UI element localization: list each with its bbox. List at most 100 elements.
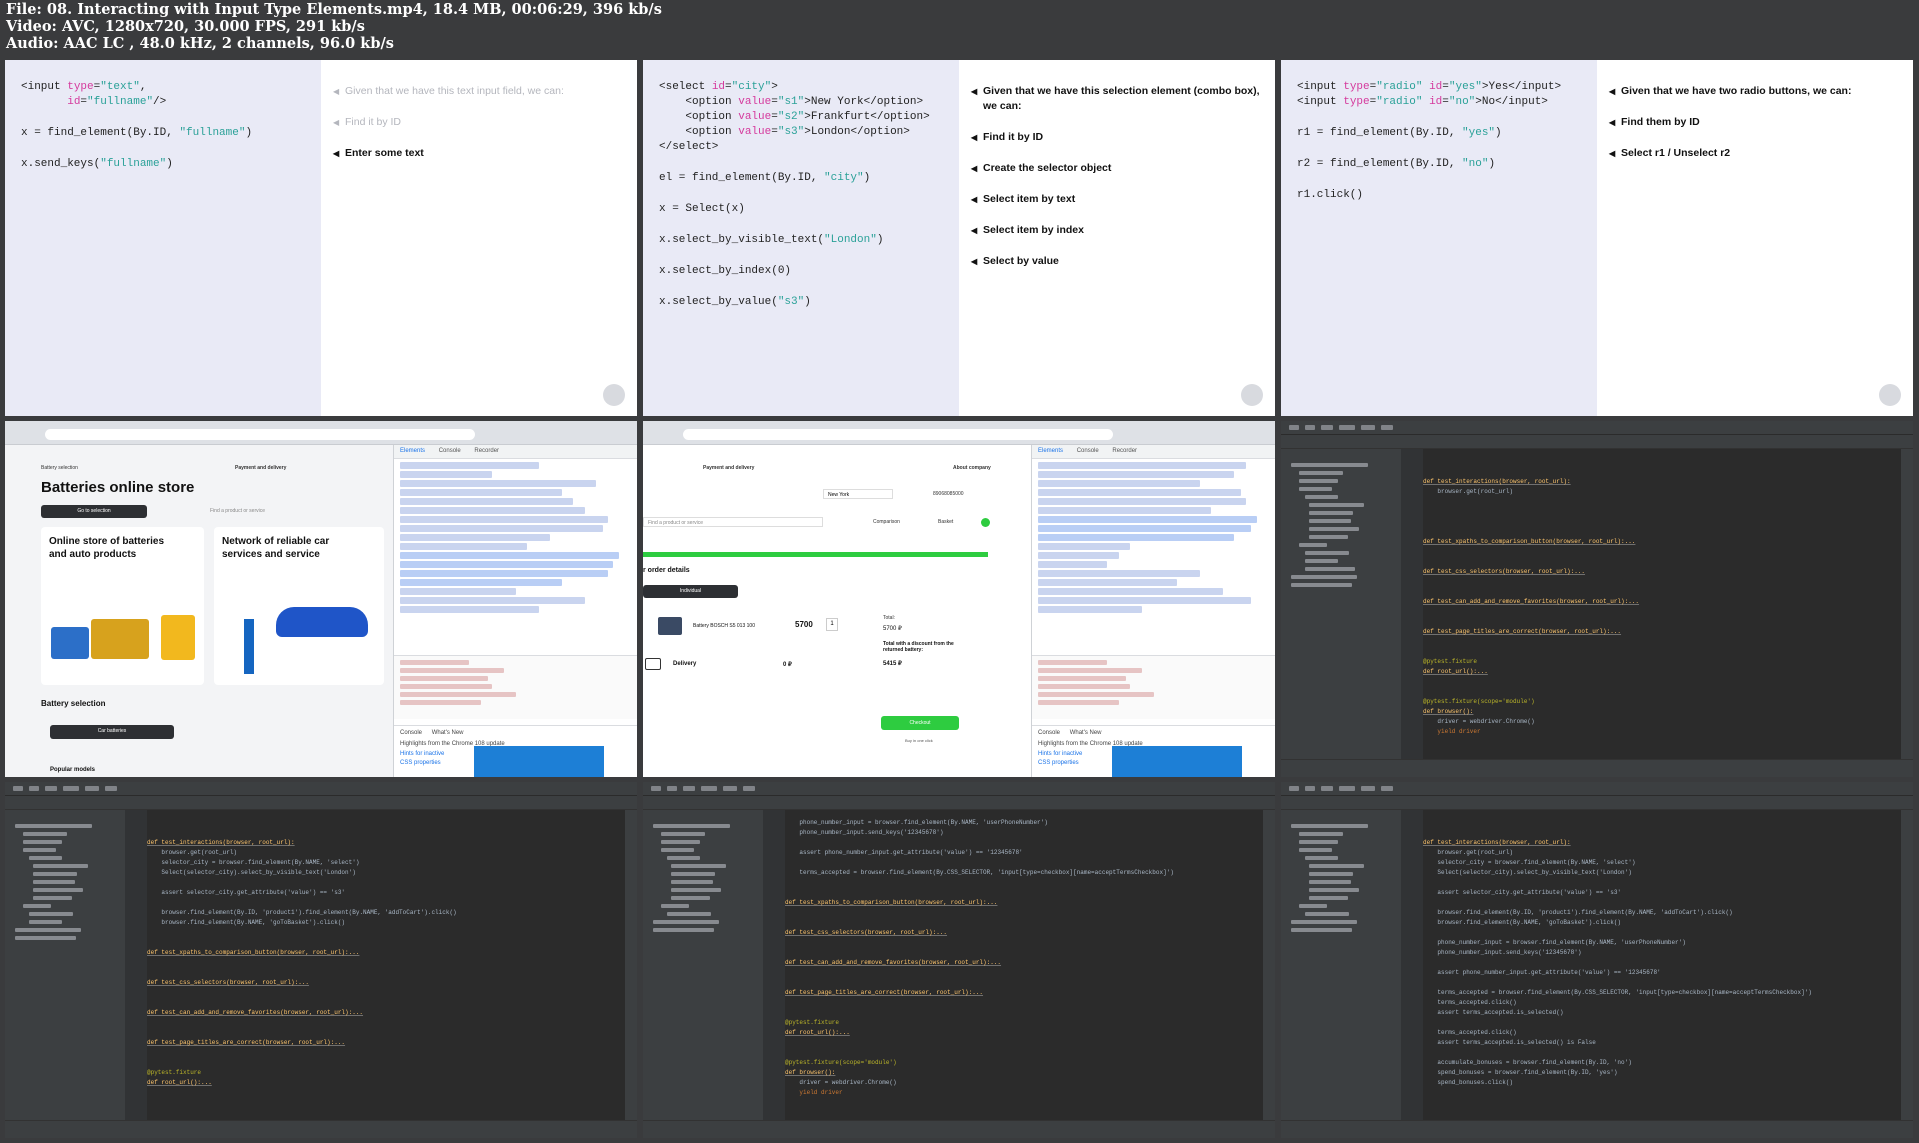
delivery-truck-icon xyxy=(645,658,661,670)
code-line: assert phone_number_input.get_attribute(… xyxy=(1437,969,1661,976)
watermark-icon xyxy=(603,384,625,406)
nav-battery-selection[interactable]: Battery selection xyxy=(41,465,78,471)
code-line: @pytest.fixture(scope='module') xyxy=(1423,698,1535,705)
bullet-item: ◀ Select item by index xyxy=(971,224,1084,236)
code-editor[interactable]: def test_interactions(browser, root_url)… xyxy=(1423,449,1901,759)
right-tool-strip xyxy=(1263,810,1275,1120)
tab-recorder[interactable]: Recorder xyxy=(1112,448,1137,454)
code-line: @pytest.fixture(scope='module') xyxy=(785,1059,897,1066)
code-line: def browser(): xyxy=(785,1069,836,1076)
browser-chrome xyxy=(5,421,637,445)
search-input[interactable]: Find a product or service xyxy=(643,517,823,527)
browser-store-home: Battery selection Payment and delivery B… xyxy=(5,421,637,777)
code-line: selector_city = browser.find_element(By.… xyxy=(1437,859,1636,866)
console-tab[interactable]: Console xyxy=(400,730,422,736)
screen: File: 08. Interacting with Input Type El… xyxy=(0,0,1919,1143)
address-bar[interactable] xyxy=(683,429,1113,440)
car-batteries-button[interactable]: Car batteries xyxy=(50,725,174,739)
checkout-button[interactable]: Checkout xyxy=(881,716,959,730)
tab-recorder[interactable]: Recorder xyxy=(474,448,499,454)
total-label: Total: xyxy=(883,615,895,621)
code-line: browser.find_element(By.ID, 'product1').… xyxy=(1437,909,1733,916)
code-line: browser.get(root_url) xyxy=(1437,488,1514,495)
code-line: def test_page_titles_are_correct(browser… xyxy=(147,1039,346,1046)
nav-payment-delivery[interactable]: Payment and delivery xyxy=(703,465,754,471)
card-car-services[interactable]: Network of reliable car services and ser… xyxy=(214,527,384,685)
basket-link[interactable]: Basket xyxy=(938,519,953,525)
code-line: terms_accepted = browser.find_element(By… xyxy=(799,869,1174,876)
styles-pane xyxy=(1032,655,1275,719)
toolbar xyxy=(5,796,637,810)
menu-bar xyxy=(1281,782,1913,796)
search-input[interactable]: Find a product or service xyxy=(210,508,265,514)
ide-window: def test_interactions(browser, root_url)… xyxy=(5,782,637,1138)
discount-label: Total with a discount from the returned … xyxy=(883,641,954,653)
devtools-tabs: Elements Console Recorder xyxy=(1032,445,1275,459)
address-bar[interactable] xyxy=(45,429,475,440)
whats-new-tab[interactable]: What's New xyxy=(432,730,464,736)
phone-number: 89068085000 xyxy=(933,491,964,497)
code-line: phone_number_input.send_keys('12345678') xyxy=(1437,949,1582,956)
ide-window: phone_number_input = browser.find_elemen… xyxy=(643,782,1275,1138)
code-line: phone_number_input.send_keys('12345678') xyxy=(799,829,944,836)
line-gutter xyxy=(1401,810,1423,1120)
status-bar xyxy=(1281,1120,1913,1138)
tab-elements[interactable]: Elements xyxy=(1038,448,1063,454)
tab-elements[interactable]: Elements xyxy=(400,448,425,454)
code-editor[interactable]: phone_number_input = browser.find_elemen… xyxy=(785,810,1263,1120)
code-line: def test_xpaths_to_comparison_button(bro… xyxy=(1423,538,1636,545)
hint-link[interactable]: Hints for inactive xyxy=(400,751,444,757)
nav-about-company[interactable]: About company xyxy=(953,465,991,471)
buy-one-click-link[interactable]: Buy in one click xyxy=(905,738,933,743)
discount-total: 5415 ₽ xyxy=(883,661,902,667)
code-line: driver = webdriver.Chrome() xyxy=(799,1079,897,1086)
nav-payment-delivery[interactable]: Payment and delivery xyxy=(235,465,286,471)
toolbar xyxy=(1281,796,1913,810)
ide-window: def test_interactions(browser, root_url)… xyxy=(1281,421,1913,777)
bullet-item: ◀ Select by value xyxy=(971,255,1059,267)
code-line: Select(selector_city).select_by_visible_… xyxy=(1437,869,1632,876)
code-line: def test_can_add_and_remove_favorites(br… xyxy=(785,959,1002,966)
console-drawer: Console What's New Highlights from the C… xyxy=(394,725,637,777)
bullet-list: ◀ Given that we have this text input fiel… xyxy=(333,84,628,177)
hint-link[interactable]: Hints for inactive xyxy=(1038,751,1082,757)
code-line: terms_accepted.click() xyxy=(1437,1029,1517,1036)
hint-link[interactable]: CSS properties xyxy=(400,760,441,766)
go-to-selection-button[interactable]: Go to selection xyxy=(41,505,147,518)
code-line: def test_css_selectors(browser, root_url… xyxy=(785,929,948,936)
promo-image xyxy=(1112,746,1242,777)
code-line: phone_number_input = browser.find_elemen… xyxy=(799,819,1048,826)
individual-button[interactable]: Individual xyxy=(643,585,738,598)
hint-link[interactable]: CSS properties xyxy=(1038,760,1079,766)
battery-image xyxy=(91,619,149,659)
code-line: assert phone_number_input.get_attribute(… xyxy=(799,849,1023,856)
code-line: terms_accepted = browser.find_element(By… xyxy=(1437,989,1812,996)
status-bar xyxy=(5,1120,637,1138)
basket-page: Payment and delivery About company New Y… xyxy=(643,445,1031,777)
code-editor[interactable]: def test_interactions(browser, root_url)… xyxy=(147,810,625,1120)
bullet-item: ◀ Select r1 / Unselect r2 xyxy=(1609,147,1731,159)
slide-radio-buttons: <input type="radio" id="yes">Yes</input>… xyxy=(1281,60,1913,416)
code-line: browser.find_element(By.ID, 'product1').… xyxy=(161,909,457,916)
code-line: assert terms_accepted.is_selected() is F… xyxy=(1437,1039,1596,1046)
code-line: def test_interactions(browser, root_url)… xyxy=(1423,478,1571,485)
code-line: def root_url():... xyxy=(1423,668,1488,675)
delivery-price: 0 ₽ xyxy=(783,662,792,668)
tab-console[interactable]: Console xyxy=(1077,448,1099,454)
section-battery-selection: Battery selection xyxy=(41,699,106,708)
code-panel: <input type="text", id="fullname"/> x = … xyxy=(5,60,321,416)
devtools-tabs: Elements Console Recorder xyxy=(394,445,637,459)
code-line: def test_page_titles_are_correct(browser… xyxy=(785,989,984,996)
tool-strip xyxy=(1281,449,1291,759)
console-tab[interactable]: Console xyxy=(1038,730,1060,736)
whats-new-tab[interactable]: What's New xyxy=(1070,730,1102,736)
bullet-item: ◀ Find it by ID xyxy=(971,131,1044,143)
city-select[interactable]: New York xyxy=(823,489,893,499)
code-line: assert terms_accepted.is_selected() xyxy=(1437,1009,1564,1016)
card-online-store[interactable]: Online store of batteries and auto produ… xyxy=(41,527,204,685)
code-editor[interactable]: def test_interactions(browser, root_url)… xyxy=(1423,810,1901,1120)
comparison-link[interactable]: Comparison xyxy=(873,519,900,525)
dom-tree xyxy=(1032,459,1275,618)
tab-console[interactable]: Console xyxy=(439,448,461,454)
quantity-input[interactable]: 1 xyxy=(826,618,838,631)
